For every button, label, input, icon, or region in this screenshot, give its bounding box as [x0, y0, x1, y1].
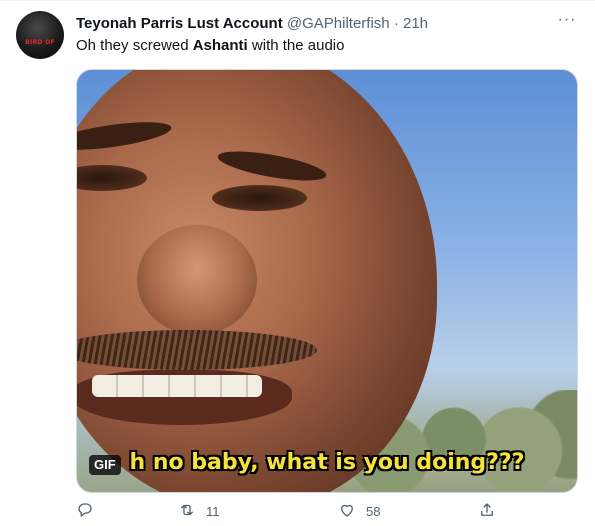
- author-name[interactable]: Teyonah Parris Lust Account: [76, 15, 283, 32]
- reply-icon: [76, 501, 94, 522]
- gif-brow-right: [215, 145, 329, 187]
- tweet-text-bold: Ashanti: [192, 37, 248, 54]
- gif-badge: GIF: [89, 455, 121, 475]
- tweet-text: Oh they screwed Ashanti with the audio: [76, 36, 344, 56]
- gif-face: [77, 70, 437, 492]
- header-separator: ·: [393, 15, 399, 32]
- more-options-icon[interactable]: ···: [555, 12, 579, 33]
- like-count: 58: [366, 503, 381, 519]
- gif-eye-right: [212, 185, 307, 211]
- heart-icon: [338, 501, 356, 522]
- tweet-card[interactable]: BIRD OF Teyonah Parris Lust Account @GAP…: [0, 0, 595, 526]
- author-handle[interactable]: @GAPhilterfish: [287, 15, 390, 32]
- tweet-text-part: with the audio: [247, 37, 345, 54]
- like-button[interactable]: 58: [338, 501, 380, 521]
- tweet-actions: 11 58: [76, 499, 576, 523]
- avatar-badge: BIRD OF: [22, 39, 58, 49]
- tweet-header: Teyonah Parris Lust Account @GAPhilterfi…: [76, 14, 428, 34]
- share-button[interactable]: [478, 501, 506, 521]
- gif-mustache: [77, 330, 317, 370]
- tweet-timestamp[interactable]: 21h: [403, 15, 428, 32]
- gif-caption: h no baby, what is you doing???: [129, 450, 525, 475]
- retweet-count: 11: [206, 503, 220, 519]
- avatar[interactable]: BIRD OF: [16, 11, 64, 59]
- tweet-text-part: Oh they screwed: [76, 37, 193, 54]
- reply-button[interactable]: [76, 501, 104, 521]
- gif-teeth: [92, 375, 262, 397]
- gif-eye-left: [77, 165, 147, 191]
- gif-nose: [137, 225, 257, 335]
- retweet-button[interactable]: 11: [178, 501, 220, 521]
- avatar-badge-of: OF: [45, 39, 55, 46]
- avatar-badge-bird: BIRD: [25, 39, 43, 46]
- retweet-icon: [178, 501, 196, 522]
- gif-brow-left: [77, 116, 173, 156]
- gif-media[interactable]: h no baby, what is you doing??? GIF: [76, 69, 578, 493]
- share-icon: [478, 501, 496, 522]
